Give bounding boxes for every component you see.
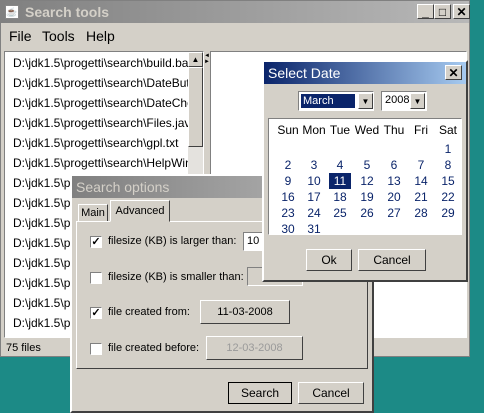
weekday-header: Tue <box>329 123 351 137</box>
weekday-header: Thu <box>383 123 405 137</box>
maximize-button[interactable]: □ <box>434 4 451 19</box>
calendar-day[interactable]: 31 <box>303 221 325 237</box>
calendar-day[interactable]: 18 <box>329 189 351 205</box>
calendar-day[interactable]: 19 <box>356 189 378 205</box>
menu-file[interactable]: File <box>9 28 32 44</box>
calendar-day[interactable]: 6 <box>383 157 405 173</box>
created-from-date-button[interactable]: 11-03-2008 <box>200 300 290 324</box>
file-row[interactable]: D:\jdk1.5\progetti\search\HelpWindo <box>13 156 199 170</box>
calendar-day[interactable]: 14 <box>410 173 432 189</box>
main-title-bar[interactable]: ☕ Search tools <box>1 1 469 23</box>
calendar-days: Sun Mon Tue Wed Thu Fri Sat 1 2 3 4 5 6 7 8 9 10 11 12 13 14… <box>269 119 463 236</box>
calendar-day[interactable]: 25 <box>329 205 351 221</box>
calendar-day[interactable]: 13 <box>383 173 405 189</box>
window-title: Search tools <box>25 4 110 20</box>
calendar-day[interactable]: 17 <box>303 189 325 205</box>
calendar-day[interactable]: 27 <box>383 205 405 221</box>
select-date-title-bar[interactable]: Select Date <box>264 62 466 84</box>
created-before-date-button[interactable]: 12-03-2008 <box>206 336 303 360</box>
scroll-up-button[interactable]: ▲ <box>188 52 203 67</box>
file-row[interactable]: D:\jdk1.5\progetti\search\DateButto <box>13 76 199 90</box>
month-select[interactable]: March ▼ <box>298 91 374 111</box>
calendar-day[interactable]: 20 <box>383 189 405 205</box>
year-value: 2008 <box>385 94 410 106</box>
calendar-day[interactable]: 3 <box>303 157 325 173</box>
close-button[interactable]: ✕ <box>453 4 470 19</box>
calendar-day[interactable]: 24 <box>303 205 325 221</box>
menu-tools[interactable]: Tools <box>42 28 75 44</box>
year-select[interactable]: 2008 ▼ <box>381 91 427 111</box>
calendar-day[interactable]: 30 <box>277 221 299 237</box>
tab-advanced[interactable]: Advanced <box>110 200 170 222</box>
calendar-day[interactable]: 26 <box>356 205 378 221</box>
weekday-header: Fri <box>414 123 428 137</box>
filesize-smaller-label: filesize (KB) is smaller than: <box>108 271 244 283</box>
calendar-grid: Sun Mon Tue Wed Thu Fri Sat 1 2 3 4 5 6 7 8 9 10 11 12 13 14… <box>268 118 463 236</box>
calendar-day[interactable]: 4 <box>329 157 351 173</box>
select-date-dialog: Select Date ✕ March ▼ 2008 ▼ Sun Mon Tue We… <box>262 60 468 282</box>
select-date-close-button[interactable]: ✕ <box>445 65 462 80</box>
filesize-larger-checkbox[interactable]: ✓ <box>90 236 102 248</box>
ok-button[interactable]: Ok <box>306 249 352 271</box>
calendar-day[interactable]: 1 <box>437 141 459 157</box>
tab-main[interactable]: Main <box>78 204 108 222</box>
select-date-title: Select Date <box>268 65 341 81</box>
calendar-day[interactable]: 16 <box>277 189 299 205</box>
calendar-day[interactable]: 15 <box>437 173 459 189</box>
menu-help[interactable]: Help <box>86 28 115 44</box>
weekday-header: Sat <box>438 123 457 137</box>
calendar-day[interactable]: 10 <box>303 173 325 189</box>
calendar-day[interactable]: 9 <box>277 173 299 189</box>
minimize-button[interactable]: _ <box>417 4 434 19</box>
calendar-day[interactable]: 28 <box>410 205 432 221</box>
weekday-header: Wed <box>354 123 380 137</box>
file-row[interactable]: D:\jdk1.5\progetti\search\DateChoos <box>13 96 199 110</box>
app-icon: ☕ <box>5 5 19 19</box>
calendar-day[interactable]: 8 <box>437 157 459 173</box>
calendar-day[interactable]: 21 <box>410 189 432 205</box>
filesize-larger-label: filesize (KB) is larger than: <box>108 235 237 247</box>
scroll-thumb[interactable] <box>188 67 203 147</box>
year-dropdown-icon[interactable]: ▼ <box>410 93 425 109</box>
calendar-day[interactable]: 11 <box>329 173 351 189</box>
month-value: March <box>301 94 355 108</box>
calendar-day[interactable]: 29 <box>437 205 459 221</box>
calendar-day[interactable]: 7 <box>410 157 432 173</box>
search-button[interactable]: Search <box>228 382 292 404</box>
created-before-label: file created before: <box>108 342 200 354</box>
created-before-checkbox[interactable] <box>90 343 102 355</box>
calendar-day[interactable]: 12 <box>356 173 378 189</box>
cancel-button[interactable]: Cancel <box>298 382 364 404</box>
filesize-larger-value: 10 <box>247 235 260 247</box>
calendar-day[interactable]: 23 <box>277 205 299 221</box>
created-from-checkbox[interactable]: ✓ <box>90 307 102 319</box>
calendar-day[interactable]: 5 <box>356 157 378 173</box>
file-row[interactable]: D:\jdk1.5\progetti\search\build.bat <box>13 56 199 70</box>
file-row[interactable]: D:\jdk1.5\progetti\search\gpl.txt <box>13 136 199 150</box>
calendar-day[interactable]: 2 <box>277 157 299 173</box>
calendar-day[interactable]: 22 <box>437 189 459 205</box>
date-cancel-button[interactable]: Cancel <box>358 249 426 271</box>
file-row[interactable]: D:\jdk1.5\progetti\search\Files.java <box>13 116 199 130</box>
status-bar: 75 files <box>6 342 41 354</box>
created-from-label: file created from: <box>108 306 190 318</box>
month-dropdown-icon[interactable]: ▼ <box>358 93 373 109</box>
search-options-title: Search options <box>76 179 170 195</box>
filesize-smaller-checkbox[interactable] <box>90 272 102 284</box>
